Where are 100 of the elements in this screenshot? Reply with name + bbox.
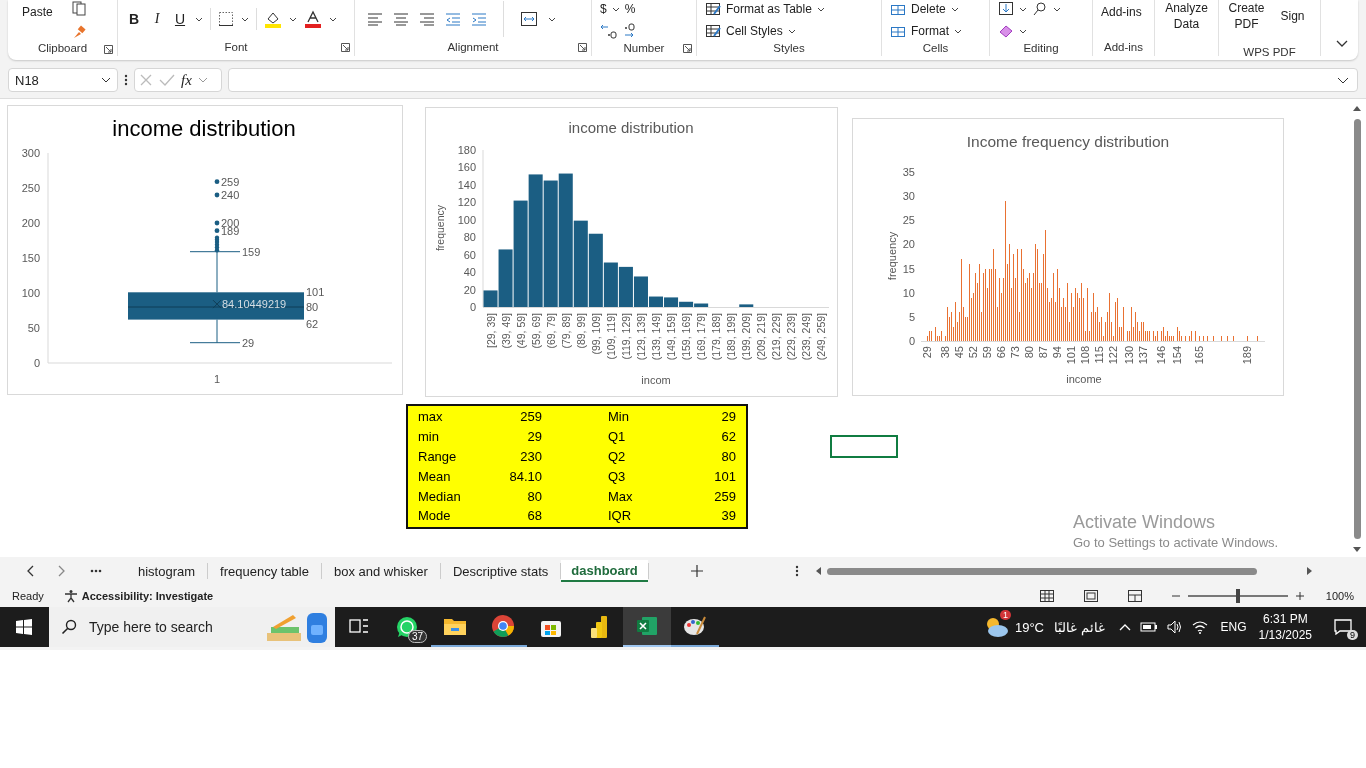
language-indicator[interactable]: ENG xyxy=(1220,620,1247,634)
axis-label: 0 xyxy=(469,301,476,313)
axis-label: 120 xyxy=(457,196,476,209)
notification-badge: 37 xyxy=(407,630,427,643)
axis-label: (109, 119] xyxy=(604,313,617,360)
currency-button[interactable]: $ xyxy=(600,2,607,16)
axis-label: 165 xyxy=(1193,346,1205,365)
axis-label: (149, 159] xyxy=(665,313,678,361)
table-cell-text: Q3 xyxy=(607,468,627,484)
add-ins-button[interactable]: Add-ins xyxy=(1101,5,1142,33)
taskbar-button[interactable]: 37 xyxy=(383,607,431,647)
axis-label: 50 xyxy=(27,322,40,334)
axis-label: (239, 249] xyxy=(800,313,813,361)
data-label: 159 xyxy=(242,245,261,258)
axis-label: 200 xyxy=(21,217,40,229)
axis-label: (69, 79] xyxy=(544,313,557,349)
axis-label: 10 xyxy=(902,286,915,299)
axis-label: 38 xyxy=(939,346,951,359)
name-box[interactable]: N18 xyxy=(8,68,118,92)
table-cell-text: min xyxy=(417,429,440,445)
axis-label: 29 xyxy=(921,346,933,359)
axis-label: 73 xyxy=(1009,346,1021,359)
axis-label: (49, 59] xyxy=(514,313,527,349)
table-cell-text: 29 xyxy=(720,409,736,425)
italic-button[interactable]: I xyxy=(149,11,165,27)
group-label: Cells xyxy=(922,41,949,54)
data-label: 29 xyxy=(242,336,255,349)
axis-label: (199, 209] xyxy=(740,313,753,361)
axis-label: (229, 239] xyxy=(785,313,798,361)
activation-title: Activate Windows xyxy=(1073,511,1217,533)
sheet-tab[interactable]: histogram xyxy=(126,558,208,584)
clock[interactable]: 6:31 PM 1/13/2025 xyxy=(1258,611,1312,643)
axis-label: 94 xyxy=(1051,346,1063,359)
status-mode: Ready xyxy=(12,590,44,602)
axis-label: 108 xyxy=(1079,346,1091,365)
underline-button[interactable]: U xyxy=(172,11,188,27)
axis-label: 146 xyxy=(1155,346,1167,365)
table-cell-text: Max xyxy=(607,488,634,504)
pdf-button[interactable]: Sign xyxy=(1273,8,1312,38)
percent-button[interactable]: % xyxy=(624,2,636,16)
table-cell-text: 62 xyxy=(720,429,736,445)
axis-label: (89, 99] xyxy=(574,313,587,349)
axis-label: 20 xyxy=(463,283,476,296)
table-cell-text: 230 xyxy=(519,449,542,464)
taskbar-search[interactable]: Type here to search xyxy=(49,607,335,647)
analyze-data-button[interactable]: Analyze Data xyxy=(1163,0,1210,46)
axis-label: 45 xyxy=(953,346,965,359)
paste-button[interactable]: Paste xyxy=(22,5,53,35)
axis-label: (179, 189] xyxy=(710,313,723,361)
table-cell-text: 39 xyxy=(720,508,736,524)
zoom-level: 100% xyxy=(1325,590,1354,602)
table-cell-text: max xyxy=(417,409,444,425)
group-label: Styles xyxy=(773,41,805,54)
styles-button[interactable]: Cell Styles xyxy=(726,24,783,38)
axis-label: (119, 129] xyxy=(619,313,632,360)
group-label: Clipboard xyxy=(37,42,88,54)
table-cell-text: Q1 xyxy=(607,429,627,445)
table-cell-text: 80 xyxy=(720,449,736,464)
axis-label: (39, 49] xyxy=(499,313,512,349)
weather-description: غائم غالبًا xyxy=(1053,619,1105,635)
axis-label: 140 xyxy=(457,178,476,191)
insert-function-button[interactable]: fx xyxy=(181,71,192,89)
chart-title: income distribution xyxy=(112,116,296,141)
axis-label: [29, 39] xyxy=(484,313,497,349)
group-label: Editing xyxy=(1023,41,1059,54)
time: 6:31 PM xyxy=(1262,611,1308,627)
axis-label: 101 xyxy=(1065,346,1077,365)
table-cell-text: 29 xyxy=(526,429,542,445)
data-label: 84.10449219 xyxy=(222,298,287,311)
cells-button[interactable]: Delete xyxy=(911,2,946,16)
styles-button[interactable]: Format as Table xyxy=(726,2,812,16)
axis-label: 30 xyxy=(902,190,915,203)
accessibility-button[interactable]: Accessibility: Investigate xyxy=(81,590,214,602)
axis-title: income xyxy=(1066,373,1102,385)
data-label: 240 xyxy=(221,189,240,201)
axis-label: (99, 109] xyxy=(589,313,602,355)
axis-label: 0 xyxy=(33,357,40,369)
axis-label: 250 xyxy=(21,182,40,194)
axis-label: (79, 89] xyxy=(559,313,572,349)
sheet-tab[interactable]: frequency table xyxy=(208,558,321,584)
pdf-button[interactable]: Create PDF xyxy=(1227,0,1266,46)
cells-button[interactable]: Format xyxy=(911,24,949,38)
chart-title: income distribution xyxy=(568,119,694,136)
sheet-tab[interactable]: Descriptive stats xyxy=(440,558,561,584)
axis-label: 115 xyxy=(1093,346,1105,364)
sheet-tab[interactable]: dashboard xyxy=(561,560,648,582)
table-cell-text: 101 xyxy=(713,468,736,484)
bold-button[interactable]: B xyxy=(126,11,142,27)
axis-label: 15 xyxy=(902,262,915,275)
axis-label: 300 xyxy=(21,147,40,159)
axis-label: 5 xyxy=(908,310,915,323)
axis-label: (59, 69] xyxy=(529,313,542,349)
axis-label: 130 xyxy=(1123,346,1135,365)
data-label: 80 xyxy=(306,301,319,313)
group-label: Number xyxy=(623,41,665,54)
table-cell-text: IQR xyxy=(607,508,633,524)
group-label: Add-ins xyxy=(1104,41,1143,53)
table-cell-text: 259 xyxy=(519,409,542,425)
group-label: WPS PDF xyxy=(1243,46,1296,58)
sheet-tab[interactable]: box and whisker xyxy=(322,558,440,584)
